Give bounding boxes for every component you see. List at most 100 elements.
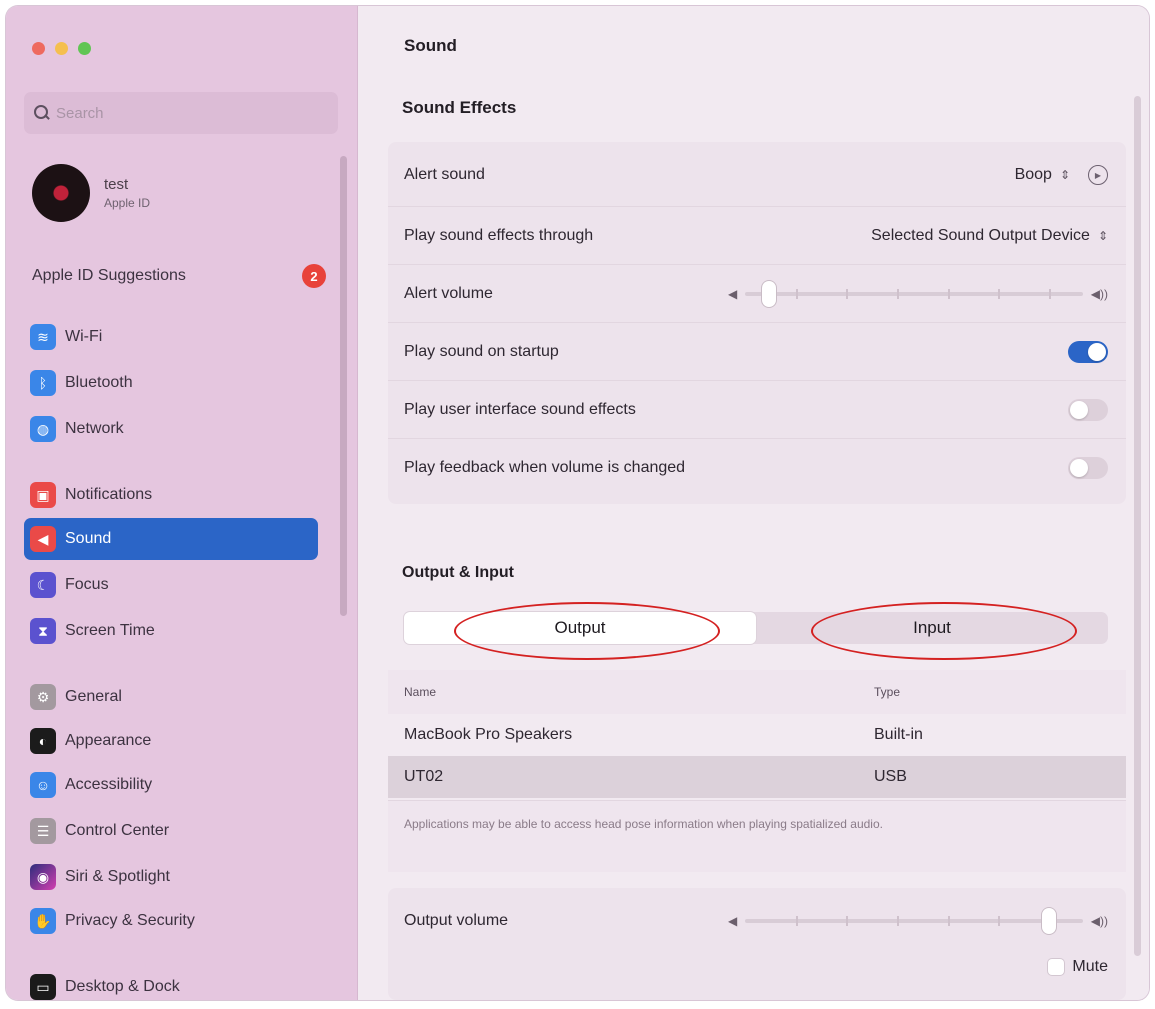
sidebar-item-label: Control Center [65, 822, 170, 839]
sidebar-item-label: Focus [65, 576, 109, 593]
output-volume-slider[interactable]: ◀ ◀)) [728, 908, 1108, 934]
startup-sound-row: Play sound on startup [388, 322, 1126, 380]
sidebar-item-label: Privacy & Security [65, 912, 195, 929]
sidebar-item-privacy[interactable]: ✋ Privacy & Security [24, 900, 318, 942]
sound-icon: ◀ [30, 526, 56, 552]
sidebar-item-label: Bluetooth [65, 374, 133, 391]
alert-sound-label: Alert sound [404, 166, 485, 183]
mute-control[interactable]: Mute [1048, 958, 1108, 976]
main-scrollbar[interactable] [1134, 96, 1141, 956]
ui-sounds-toggle[interactable] [1068, 398, 1108, 421]
device-type: USB [874, 768, 907, 785]
search-icon [34, 105, 50, 121]
sidebar-item-control-center[interactable]: ☰ Control Center [24, 810, 318, 852]
alert-volume-slider[interactable]: ◀ ◀)) [728, 280, 1108, 307]
chevron-up-down-icon: ⇕ [1097, 228, 1108, 243]
speaker-low-icon: ◀ [728, 914, 738, 928]
minimize-window-button[interactable] [55, 42, 68, 55]
sidebar-item-label: Appearance [65, 732, 152, 749]
device-table: Name Type MacBook Pro Speakers Built-in … [388, 670, 1126, 798]
settings-window: test Apple ID Apple ID Suggestions 2 ≋ W… [6, 6, 1149, 1000]
sidebar-item-label: Network [65, 420, 124, 437]
sidebar-item-label: Sound [65, 530, 112, 547]
sidebar-item-accessibility[interactable]: ☺ Accessibility [24, 764, 318, 806]
sidebar-item-notifications[interactable]: ▣ Notifications [24, 474, 318, 516]
column-header-type[interactable]: Type [874, 685, 900, 699]
sidebar-item-sound[interactable]: ◀ Sound [24, 518, 318, 560]
chevron-up-down-icon: ⇕ [1059, 168, 1070, 182]
sidebar-item-wifi[interactable]: ≋ Wi-Fi [24, 316, 318, 358]
sidebar-item-bluetooth[interactable]: ᛒ Bluetooth [24, 362, 318, 404]
play-through-value: Selected Sound Output Device [871, 226, 1090, 244]
search-input[interactable] [56, 104, 316, 122]
sidebar-item-appearance[interactable]: ◐ Appearance [24, 720, 318, 762]
device-name: UT02 [404, 768, 444, 785]
zoom-window-button[interactable] [78, 42, 91, 55]
output-volume-label: Output volume [404, 912, 509, 929]
play-icon[interactable]: ▶ [1088, 165, 1108, 185]
sidebar-item-label: Accessibility [65, 776, 153, 793]
table-row[interactable]: UT02 USB [388, 756, 1126, 798]
ui-sounds-label: Play user interface sound effects [404, 400, 636, 418]
sidebar-item-label: Screen Time [65, 622, 155, 639]
sidebar-item-general[interactable]: ⚙ General [24, 676, 318, 718]
apple-id-suggestions[interactable]: Apple ID Suggestions 2 [32, 264, 326, 288]
sidebar-item-screen-time[interactable]: ⧗ Screen Time [24, 610, 318, 652]
bluetooth-icon: ᛒ [30, 370, 56, 396]
sidebar-item-desktop-dock[interactable]: ▭ Desktop & Dock [24, 966, 318, 1000]
sidebar: test Apple ID Apple ID Suggestions 2 ≋ W… [6, 6, 358, 1000]
alert-volume-row: Alert volume ◀ ◀)) [388, 264, 1126, 322]
avatar [32, 164, 90, 222]
mute-checkbox[interactable] [1048, 959, 1065, 975]
dock-icon: ▭ [30, 974, 56, 1000]
network-icon: ◍ [30, 416, 56, 442]
sidebar-item-label: Notifications [65, 486, 153, 503]
slider-thumb[interactable] [761, 280, 776, 307]
play-through-select[interactable]: Selected Sound Output Device ⇕ [871, 227, 1108, 245]
annotation-circle-input [811, 602, 1077, 660]
alert-sound-row: Alert sound Boop ⇕ ▶ [388, 146, 1126, 204]
alert-volume-label: Alert volume [404, 284, 493, 302]
device-type: Built-in [874, 726, 923, 743]
device-name: MacBook Pro Speakers [404, 726, 573, 743]
alert-sound-value: Boop [1014, 166, 1052, 183]
sidebar-item-label: Wi-Fi [65, 328, 103, 345]
startup-sound-label: Play sound on startup [404, 342, 559, 360]
volume-feedback-row: Play feedback when volume is changed [388, 438, 1126, 496]
suggestions-label: Apple ID Suggestions [32, 267, 186, 284]
slider-track[interactable] [745, 908, 1083, 934]
speaker-low-icon: ◀ [728, 286, 738, 301]
speaker-high-icon: ◀)) [1090, 914, 1108, 928]
screen-time-icon: ⧗ [30, 618, 56, 644]
sidebar-scrollbar[interactable] [340, 156, 347, 616]
mute-row: Mute [388, 938, 1126, 996]
alert-sound-select[interactable]: Boop ⇕ ▶ [1015, 165, 1108, 185]
annotation-circle-output [454, 602, 720, 660]
slider-track[interactable] [745, 280, 1083, 307]
sidebar-item-siri[interactable]: ◉ Siri & Spotlight [24, 856, 318, 898]
close-window-button[interactable] [32, 42, 45, 55]
window-controls [32, 42, 91, 55]
notifications-icon: ▣ [30, 482, 56, 508]
slider-thumb[interactable] [1042, 908, 1056, 934]
profile-name: test [104, 176, 129, 193]
control-center-icon: ☰ [30, 818, 56, 844]
focus-icon: ☾ [30, 572, 56, 598]
column-header-name[interactable]: Name [404, 685, 874, 699]
speaker-high-icon: ◀)) [1090, 286, 1108, 301]
table-row[interactable]: MacBook Pro Speakers Built-in [388, 714, 1126, 756]
play-through-label: Play sound effects through [404, 226, 594, 244]
play-through-row: Play sound effects through Selected Soun… [388, 206, 1126, 264]
startup-sound-toggle[interactable] [1068, 340, 1108, 363]
apple-id-profile[interactable]: test Apple ID [32, 164, 150, 222]
wifi-icon: ≋ [30, 324, 56, 350]
search-field[interactable] [24, 92, 338, 134]
page-title: Sound [404, 36, 457, 55]
volume-feedback-toggle[interactable] [1068, 456, 1108, 479]
sidebar-item-focus[interactable]: ☾ Focus [24, 564, 318, 606]
notification-badge: 2 [302, 264, 326, 288]
sidebar-item-network[interactable]: ◍ Network [24, 408, 318, 450]
ui-sounds-row: Play user interface sound effects [388, 380, 1126, 438]
mute-label: Mute [1072, 958, 1108, 975]
sound-effects-title: Sound Effects [402, 98, 517, 117]
